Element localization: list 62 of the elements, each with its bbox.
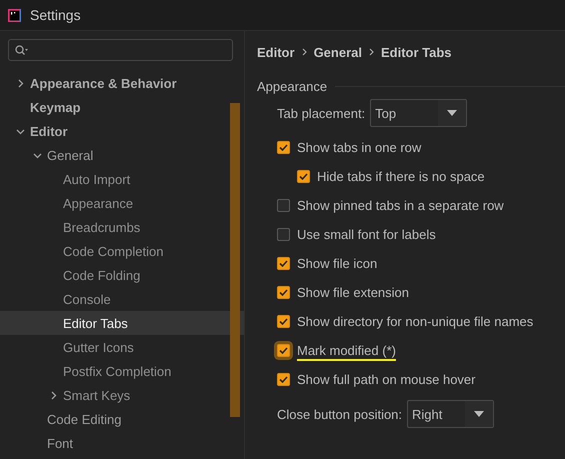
tree-item[interactable]: Console [0, 287, 244, 311]
checkbox-label[interactable]: Mark modified (*) [297, 343, 396, 364]
scrollbar-thumb[interactable] [230, 103, 240, 417]
tree-item[interactable]: Font [0, 431, 244, 455]
checkbox-label[interactable]: Show pinned tabs in a separate row [297, 198, 504, 213]
checkmark-icon [279, 347, 288, 354]
chevron-right-icon [302, 48, 307, 56]
dropdown-arrow-icon [474, 411, 484, 417]
search-icon [15, 44, 28, 56]
tree-item[interactable]: Editor [0, 119, 244, 143]
app-logo-icon [8, 8, 21, 22]
checkbox-label[interactable]: Use small font for labels [297, 227, 436, 242]
tree-item[interactable]: Auto Import [0, 167, 244, 191]
chevron-right-icon[interactable] [49, 390, 58, 400]
tree-item[interactable]: Smart Keys [0, 383, 244, 407]
checkbox[interactable] [277, 344, 290, 357]
breadcrumb-item[interactable]: Editor Tabs [380, 44, 452, 60]
checkbox[interactable] [277, 257, 290, 270]
field-label: Tab placement: [277, 106, 366, 120]
breadcrumb-item[interactable]: General [314, 44, 362, 60]
tree-item[interactable]: Breadcrumbs [0, 215, 244, 239]
checkbox[interactable] [277, 315, 290, 328]
dropdown[interactable]: Right [407, 400, 494, 428]
field-label: Close button position: [277, 406, 402, 422]
checkbox-label[interactable]: Show full path on mouse hover [297, 372, 476, 387]
tree-item[interactable]: Code Editing [0, 407, 244, 431]
tree-item[interactable]: Postfix Completion [0, 359, 244, 383]
checkbox-label[interactable]: Show file extension [297, 285, 410, 300]
checkbox-label[interactable]: Hide tabs if there is no space [317, 169, 485, 184]
section-title: Appearance [257, 78, 328, 94]
checkbox[interactable] [277, 228, 290, 241]
checkbox[interactable] [297, 170, 310, 183]
breadcrumb-item[interactable]: Editor [257, 44, 295, 60]
checkbox-label[interactable]: Show directory for non-unique file names [297, 314, 534, 329]
chevron-down-icon[interactable] [33, 150, 42, 160]
chevron-right-icon[interactable] [16, 78, 25, 88]
checkmark-icon [279, 318, 288, 325]
checkmark-icon [279, 289, 288, 296]
chevron-down-icon[interactable] [16, 126, 25, 136]
tree-item[interactable]: Appearance [0, 191, 244, 215]
dropdown[interactable]: Top [370, 99, 468, 127]
checkbox[interactable] [277, 141, 290, 154]
checkmark-icon [279, 376, 288, 383]
window-title: Settings [30, 7, 81, 23]
dropdown-arrow-icon [447, 110, 458, 116]
tree-item[interactable]: Code Folding [0, 263, 244, 287]
tree-item[interactable]: Editor Tabs [0, 311, 244, 335]
chevron-right-icon [368, 48, 374, 56]
checkmark-icon [299, 173, 308, 180]
checkbox[interactable] [277, 373, 290, 386]
checkmark-icon [279, 144, 288, 151]
search-field[interactable] [8, 39, 233, 61]
tree-item[interactable]: Keymap [0, 95, 244, 119]
checkbox[interactable] [277, 199, 290, 212]
tree-item[interactable]: Appearance & Behavior [0, 71, 244, 95]
tree-item[interactable]: Gutter Icons [0, 335, 244, 359]
tree-item[interactable]: Code Completion [0, 239, 244, 263]
checkbox-label[interactable]: Show file icon [297, 256, 378, 271]
checkmark-icon [279, 260, 288, 267]
tree-item[interactable]: General [0, 143, 244, 167]
checkbox-label[interactable]: Show tabs in one row [297, 140, 422, 155]
checkbox[interactable] [277, 286, 290, 299]
